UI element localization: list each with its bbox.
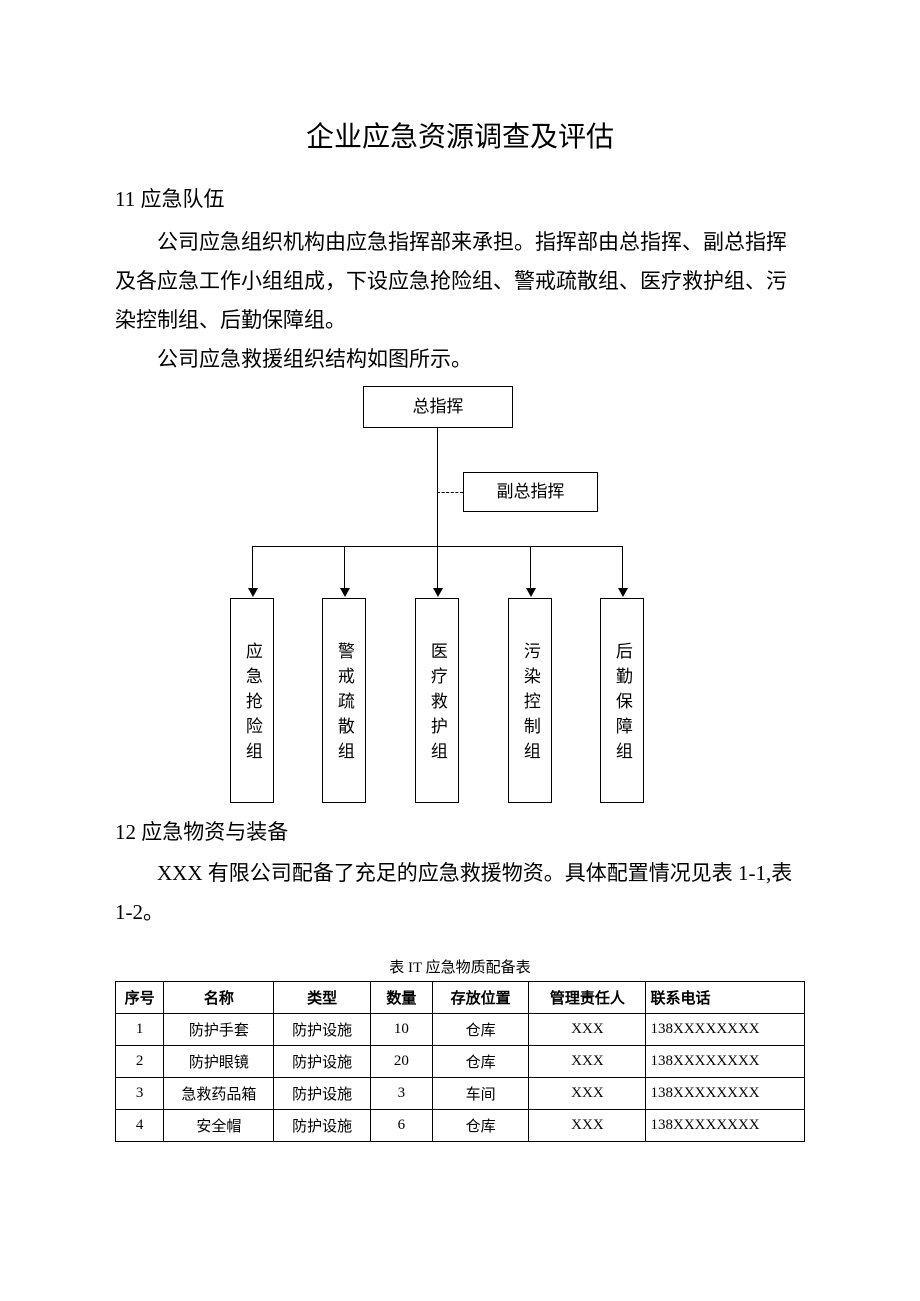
th-name: 名称	[164, 982, 274, 1014]
org-node-vice-commander: 副总指挥	[463, 472, 598, 512]
org-node-leaf-1: 应急抢险组	[230, 598, 274, 803]
table-row: 1防护手套防护设施10仓库XXX138XXXXXXXX	[116, 1014, 805, 1046]
section-1-heading: 11 应急队伍	[115, 183, 805, 213]
arrow-icon	[618, 588, 628, 597]
td-mgr: XXX	[529, 1014, 646, 1046]
th-loc: 存放位置	[432, 982, 528, 1014]
org-node-leaf-5: 后勤保障组	[600, 598, 644, 803]
td-seq: 1	[116, 1014, 164, 1046]
th-qty: 数量	[370, 982, 432, 1014]
td-mgr: XXX	[529, 1110, 646, 1142]
th-tel: 联系电话	[646, 982, 805, 1014]
org-chart: 总指挥 副总指挥 应急抢险组 警戒疏散组 医疗救护组 污染控制组 后勤保障组	[230, 386, 690, 816]
org-node-leaf-4: 污染控制组	[508, 598, 552, 803]
td-mgr: XXX	[529, 1078, 646, 1110]
td-loc: 仓库	[432, 1046, 528, 1078]
chart-line	[252, 546, 253, 588]
td-tel: 138XXXXXXXX	[646, 1078, 805, 1110]
org-node-commander: 总指挥	[363, 386, 513, 428]
chart-line	[530, 546, 531, 588]
td-loc: 仓库	[432, 1014, 528, 1046]
arrow-icon	[248, 588, 258, 597]
table-row: 4安全帽防护设施6仓库XXX138XXXXXXXX	[116, 1110, 805, 1142]
table-header-row: 序号 名称 类型 数量 存放位置 管理责任人 联系电话	[116, 982, 805, 1014]
td-type: 防护设施	[274, 1046, 370, 1078]
td-name: 安全帽	[164, 1110, 274, 1142]
section-1-paragraph-2: 公司应急救援组织结构如图所示。	[115, 340, 805, 379]
td-mgr: XXX	[529, 1046, 646, 1078]
table-1: 序号 名称 类型 数量 存放位置 管理责任人 联系电话 1防护手套防护设施10仓…	[115, 981, 805, 1142]
chart-line	[344, 546, 345, 588]
td-qty: 3	[370, 1078, 432, 1110]
td-qty: 6	[370, 1110, 432, 1142]
section-1-paragraph-1: 公司应急组织机构由应急指挥部来承担。指挥部由总指挥、副总指挥及各应急工作小组组成…	[115, 223, 805, 340]
td-type: 防护设施	[274, 1110, 370, 1142]
td-tel: 138XXXXXXXX	[646, 1110, 805, 1142]
org-node-leaf-3: 医疗救护组	[415, 598, 459, 803]
page-title: 企业应急资源调查及评估	[115, 115, 805, 155]
table-row: 2防护眼镜防护设施20仓库XXX138XXXXXXXX	[116, 1046, 805, 1078]
chart-line	[437, 546, 438, 588]
td-loc: 仓库	[432, 1110, 528, 1142]
td-name: 防护手套	[164, 1014, 274, 1046]
section-2-heading: 12 应急物资与装备	[115, 816, 805, 846]
chart-line	[437, 428, 438, 546]
chart-line	[622, 546, 623, 588]
arrow-icon	[433, 588, 443, 597]
td-seq: 3	[116, 1078, 164, 1110]
th-seq: 序号	[116, 982, 164, 1014]
arrow-icon	[526, 588, 536, 597]
chart-dotted-line	[437, 492, 463, 493]
th-type: 类型	[274, 982, 370, 1014]
td-type: 防护设施	[274, 1078, 370, 1110]
td-tel: 138XXXXXXXX	[646, 1046, 805, 1078]
td-seq: 2	[116, 1046, 164, 1078]
table-row: 3急救药品箱防护设施3车间XXX138XXXXXXXX	[116, 1078, 805, 1110]
td-name: 急救药品箱	[164, 1078, 274, 1110]
td-qty: 10	[370, 1014, 432, 1046]
td-tel: 138XXXXXXXX	[646, 1014, 805, 1046]
td-seq: 4	[116, 1110, 164, 1142]
td-qty: 20	[370, 1046, 432, 1078]
arrow-icon	[340, 588, 350, 597]
org-node-leaf-2: 警戒疏散组	[322, 598, 366, 803]
td-type: 防护设施	[274, 1014, 370, 1046]
td-loc: 车间	[432, 1078, 528, 1110]
td-name: 防护眼镜	[164, 1046, 274, 1078]
section-2-paragraph-1: XXX 有限公司配备了充足的应急救援物资。具体配置情况见表 1-1,表 1-2。	[115, 854, 805, 932]
th-mgr: 管理责任人	[529, 982, 646, 1014]
table-1-caption: 表 IT 应急物质配备表	[115, 956, 805, 977]
